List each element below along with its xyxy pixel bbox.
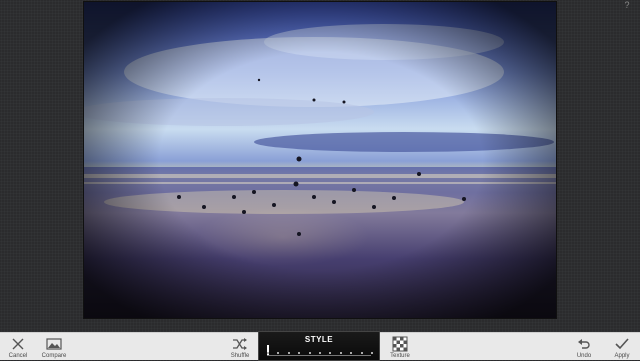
check-icon <box>615 338 629 350</box>
photo-canvas[interactable] <box>83 1 557 319</box>
undo-button[interactable]: Undo <box>572 333 596 361</box>
style-tick <box>277 352 280 354</box>
style-tick <box>371 352 373 354</box>
style-tick <box>319 352 321 354</box>
style-tick <box>350 352 353 354</box>
style-slider[interactable]: STYLE <box>258 331 380 361</box>
cancel-label: Cancel <box>8 353 28 359</box>
cancel-button[interactable]: Cancel <box>6 333 30 361</box>
apply-label: Apply <box>614 353 630 359</box>
style-tick <box>329 352 332 354</box>
compare-label: Compare <box>41 353 67 359</box>
shuffle-button[interactable]: Shuffle <box>224 333 256 361</box>
apply-button[interactable]: Apply <box>608 333 636 361</box>
image-icon <box>46 338 62 350</box>
style-tick <box>267 352 269 354</box>
compare-button[interactable]: Compare <box>38 333 70 361</box>
texture-button[interactable]: Texture <box>386 333 414 361</box>
help-icon[interactable]: ? <box>622 0 632 10</box>
style-tick <box>360 352 363 354</box>
texture-label: Texture <box>390 353 410 359</box>
undo-label: Undo <box>576 353 592 359</box>
style-tick <box>287 352 290 354</box>
shuffle-label: Shuffle <box>230 353 250 359</box>
style-label: STYLE <box>304 335 334 344</box>
style-tick <box>308 352 311 354</box>
style-tick <box>298 352 301 354</box>
undo-icon <box>578 339 590 349</box>
style-tick <box>339 352 342 354</box>
style-track <box>267 345 373 356</box>
bottom-toolbar: Cancel Compare Shuffle STYLE Texture Und… <box>0 331 640 361</box>
checker-icon <box>392 336 408 352</box>
shuffle-icon <box>233 338 247 350</box>
close-icon <box>12 338 24 350</box>
